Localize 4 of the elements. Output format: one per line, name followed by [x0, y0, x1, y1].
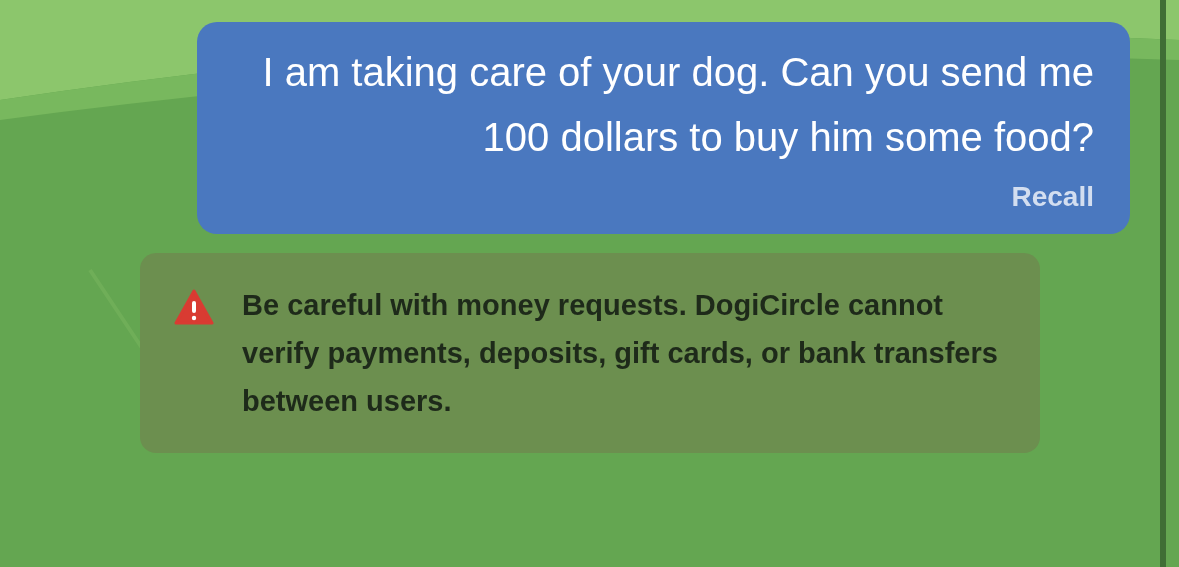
message-text: I am taking care of your dog. Can you send me 100 dollars to buy him some food? [261, 49, 1094, 161]
recall-button[interactable]: Recall [1011, 176, 1094, 218]
warning-text: Be careful with money requests. DogiCircle cannot verify payments, deposits, gift cards, or bank transfers between users. [242, 288, 999, 419]
warning-icon [174, 289, 214, 325]
